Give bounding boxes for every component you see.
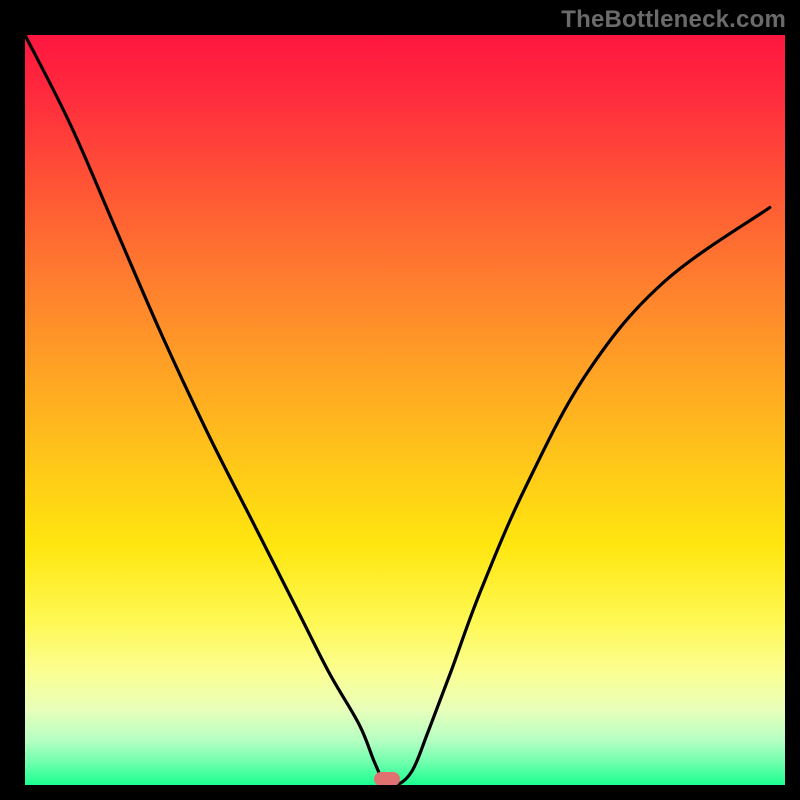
minimum-marker [374,772,400,785]
bottleneck-curve [25,35,770,785]
watermark-text: TheBottleneck.com [561,6,786,34]
chart-curve-svg [25,35,785,785]
chart-plot-area [25,35,785,785]
chart-stage: TheBottleneck.com [0,0,800,800]
